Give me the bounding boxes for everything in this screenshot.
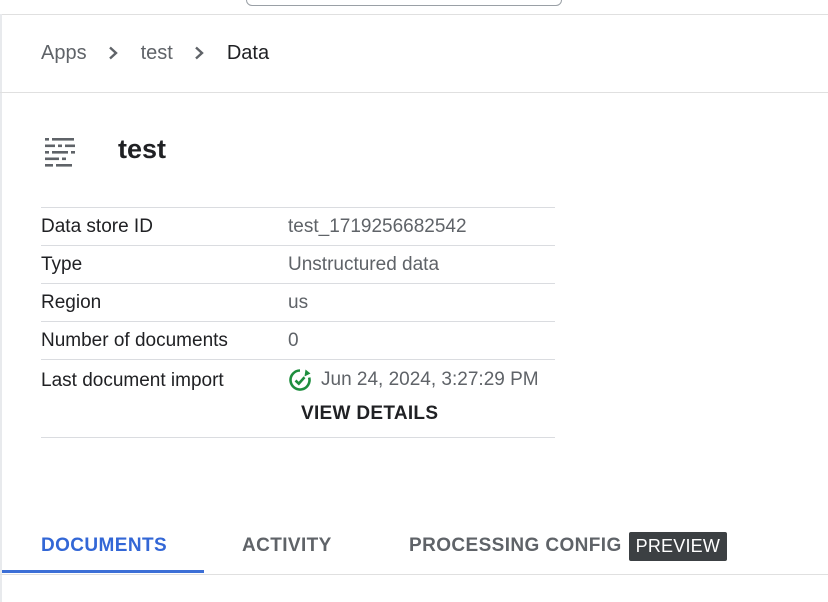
detail-label: Data store ID <box>41 215 153 237</box>
detail-row-id: Data store ID test_1719256682542 <box>41 208 555 246</box>
breadcrumb-app-test[interactable]: test <box>141 42 173 65</box>
chevron-right-icon <box>192 46 206 60</box>
page-title: test <box>118 134 167 164</box>
data-store-icon <box>44 137 76 167</box>
tab-bar: DOCUMENTS ACTIVITY PROCESSING CONFIG PRE… <box>0 520 828 575</box>
preview-badge: PREVIEW <box>628 531 728 561</box>
tab-activity[interactable]: ACTIVITY <box>242 520 332 572</box>
tab-label: PROCESSING CONFIG <box>409 535 622 556</box>
left-panel-border <box>0 14 2 602</box>
detail-row-type: Type Unstructured data <box>41 246 555 284</box>
view-details-button[interactable]: VIEW DETAILS <box>301 403 438 425</box>
detail-row-region: Region us <box>41 284 555 322</box>
last-import-timestamp: Jun 24, 2024, 3:27:29 PM <box>321 369 539 390</box>
detail-label: Region <box>41 291 102 313</box>
detail-row-document-count: Number of documents 0 <box>41 322 555 360</box>
breadcrumb-divider <box>0 92 828 93</box>
breadcrumb-data: Data <box>226 41 270 64</box>
tab-label: DOCUMENTS <box>41 535 168 556</box>
last-import-line: Jun 24, 2024, 3:27:29 PM <box>288 368 539 392</box>
detail-value: us <box>288 291 309 313</box>
detail-value: Unstructured data <box>288 253 440 275</box>
data-store-details: Data store ID test_1719256682542 Type Un… <box>41 207 555 438</box>
tab-processing-config[interactable]: PROCESSING CONFIG PREVIEW <box>409 520 728 572</box>
detail-value: test_1719256682542 <box>288 215 467 237</box>
breadcrumb: Apps test Data <box>41 40 269 66</box>
active-tab-indicator <box>2 570 204 573</box>
top-search-box[interactable] <box>246 0 562 6</box>
detail-label: Type <box>41 253 83 275</box>
top-divider <box>0 14 828 15</box>
chevron-right-icon <box>106 46 120 60</box>
detail-row-last-import: Last document import Jun 24, 2024, 3:27:… <box>41 360 555 438</box>
detail-label: Last document import <box>41 370 224 391</box>
detail-label: Number of documents <box>41 329 228 351</box>
last-import-value: Jun 24, 2024, 3:27:29 PM VIEW DETAILS <box>288 368 539 425</box>
tab-label: ACTIVITY <box>242 535 332 556</box>
detail-value: 0 <box>288 329 299 351</box>
breadcrumb-apps[interactable]: Apps <box>41 42 87 65</box>
tab-documents[interactable]: DOCUMENTS <box>41 520 167 572</box>
import-complete-icon <box>288 368 312 392</box>
